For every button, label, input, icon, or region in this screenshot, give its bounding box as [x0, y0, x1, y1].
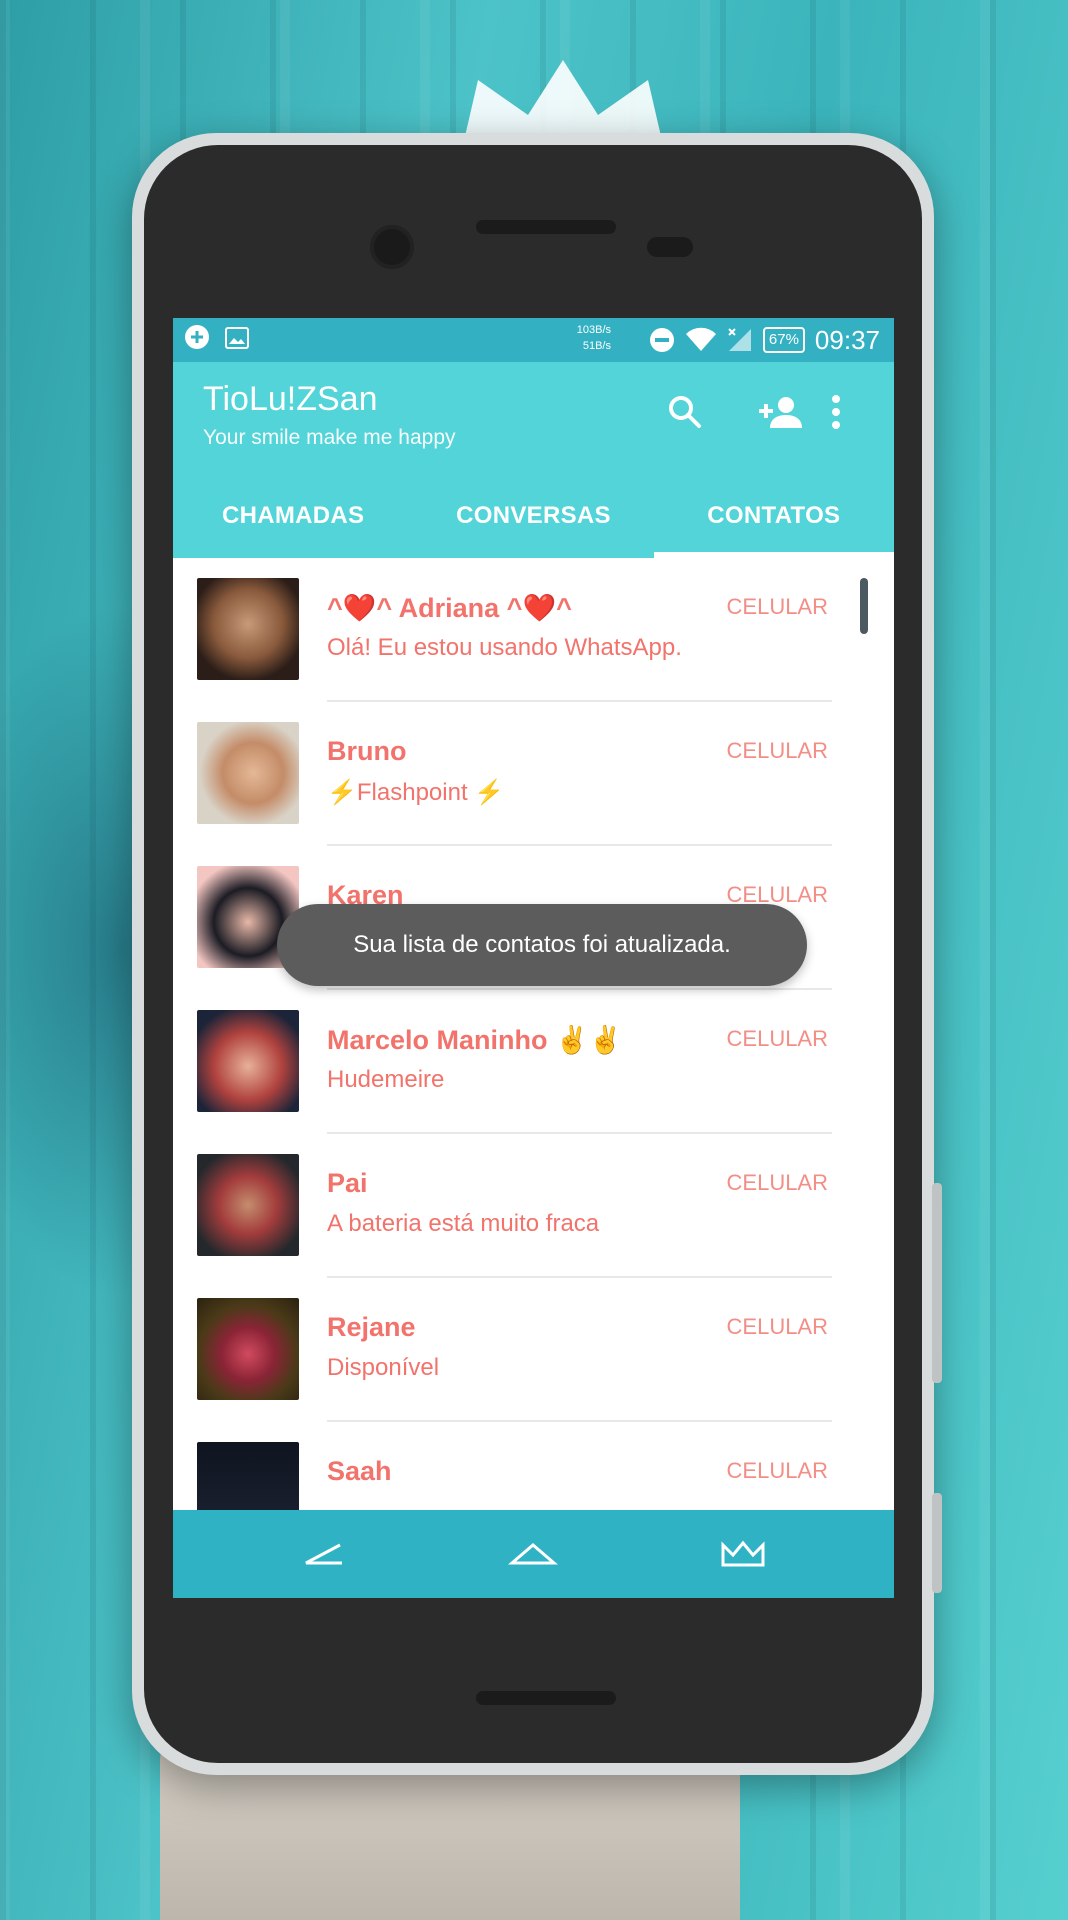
contact-type: CELULAR — [726, 1170, 828, 1195]
avatar[interactable] — [197, 1154, 299, 1256]
contact-status: Hudemeire — [327, 1066, 445, 1093]
home-icon[interactable] — [503, 1532, 563, 1576]
contact-item[interactable]: Marcelo Maninho ✌️✌️ Hudemeire CELULAR — [173, 990, 894, 1134]
app-subtitle: Your smile make me happy — [203, 426, 456, 449]
volume-button — [932, 1183, 942, 1383]
contact-item[interactable]: Bruno ⚡Flashpoint ⚡ CELULAR — [173, 702, 894, 846]
bottom-speaker — [476, 1691, 616, 1705]
network-speed: 103B/s 51B/s — [553, 322, 611, 354]
app-title: TioLu!ZSan — [203, 380, 378, 418]
tab-bar: CHAMADAS CONVERSAS CONTATOS — [173, 474, 894, 558]
add-contact-icon[interactable] — [755, 390, 807, 434]
scrollbar-thumb[interactable] — [860, 578, 868, 634]
contact-name: ^❤️^ Adriana ^❤️^ — [327, 593, 572, 623]
status-bar: 103B/s 51B/s 67% 09:37 — [173, 318, 894, 362]
do-not-disturb-icon — [649, 327, 675, 353]
contact-type: CELULAR — [726, 738, 828, 763]
contact-name: Pai — [327, 1168, 368, 1198]
contact-name: Bruno — [327, 736, 407, 766]
earpiece-speaker — [476, 220, 616, 234]
contact-type: CELULAR — [726, 1314, 828, 1339]
phone-screen: 103B/s 51B/s 67% 09:37 TioLu!ZSan Your s… — [173, 318, 894, 1598]
contact-item[interactable]: ^❤️^ Adriana ^❤️^ Olá! Eu estou usando W… — [173, 558, 894, 702]
tab-contatos[interactable]: CONTATOS — [653, 474, 894, 558]
tab-conversas[interactable]: CONVERSAS — [413, 474, 653, 558]
avatar[interactable] — [197, 1442, 299, 1510]
app-bar: TioLu!ZSan Your smile make me happy CHAM… — [173, 362, 894, 558]
upload-speed: 103B/s — [576, 324, 611, 336]
download-speed: 51B/s — [582, 340, 611, 352]
contact-status: A bateria está muito fraca — [327, 1210, 600, 1237]
tab-chamadas[interactable]: CHAMADAS — [173, 474, 413, 558]
avatar[interactable] — [197, 1010, 299, 1112]
front-camera — [370, 225, 414, 269]
contact-status: Disponível — [327, 1354, 440, 1381]
avatar[interactable] — [197, 722, 299, 824]
more-vert-icon[interactable] — [821, 390, 851, 434]
battery-indicator: 67% — [762, 327, 805, 353]
contact-item[interactable]: Saah CELULAR — [173, 1422, 894, 1510]
search-icon[interactable] — [663, 390, 707, 434]
contact-type: CELULAR — [726, 594, 828, 619]
contact-type: CELULAR — [726, 1458, 828, 1483]
contact-item[interactable]: Pai A bateria está muito fraca CELULAR — [173, 1134, 894, 1278]
contact-status: Olá! Eu estou usando WhatsApp. — [327, 634, 682, 661]
contact-name: Saah — [327, 1456, 392, 1486]
clock: 09:37 — [814, 325, 880, 355]
proximity-sensor — [647, 237, 693, 257]
contact-status: ⚡Flashpoint ⚡ — [327, 779, 505, 806]
back-icon[interactable] — [293, 1532, 353, 1576]
contact-item[interactable]: Rejane Disponível CELULAR — [173, 1278, 894, 1422]
contact-list[interactable]: ^❤️^ Adriana ^❤️^ Olá! Eu estou usando W… — [173, 558, 894, 1510]
contact-type: CELULAR — [726, 1026, 828, 1051]
contact-name: Rejane — [327, 1312, 416, 1342]
chat-notification-icon — [183, 324, 211, 352]
crown-icon[interactable] — [713, 1532, 773, 1576]
avatar[interactable] — [197, 1298, 299, 1400]
image-notification-icon — [225, 327, 249, 349]
wallpaper-crown — [463, 60, 663, 145]
avatar[interactable] — [197, 578, 299, 680]
signal-icon — [727, 327, 753, 353]
toast-message: Sua lista de contatos foi atualizada. — [277, 904, 807, 986]
wifi-icon — [685, 327, 717, 353]
navigation-bar — [173, 1510, 894, 1598]
power-button — [932, 1493, 942, 1593]
contact-name: Marcelo Maninho ✌️✌️ — [327, 1025, 623, 1055]
